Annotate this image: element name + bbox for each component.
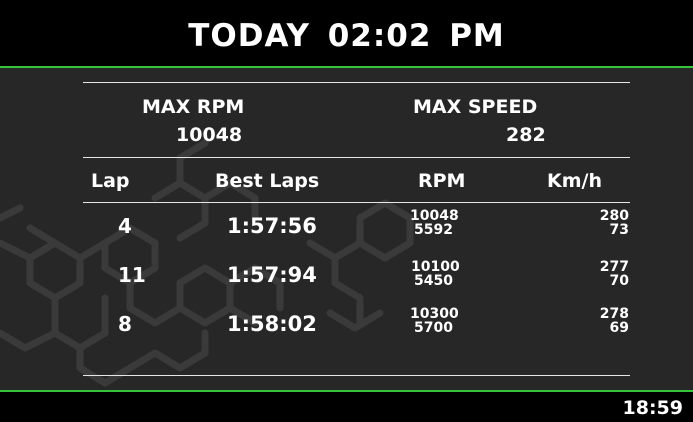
title-day: TODAY <box>188 18 310 54</box>
kmh-max: 278 <box>599 306 629 322</box>
kmh-min: 70 <box>609 273 629 289</box>
clock: 18:59 <box>622 397 683 419</box>
lap-number: 11 <box>118 263 146 287</box>
max-speed-value: 282 <box>506 124 546 146</box>
col-header-lap: Lap <box>91 170 130 192</box>
max-speed-label: MAX SPEED <box>413 96 538 118</box>
kmh-max: 280 <box>599 208 629 224</box>
bottom-bar: 18:59 <box>0 390 693 422</box>
rpm-max: 10100 <box>411 259 460 275</box>
rpm-min: 5450 <box>414 273 453 289</box>
max-rpm-value: 10048 <box>176 124 243 146</box>
max-rpm-label: MAX RPM <box>142 96 245 118</box>
rpm-min: 5592 <box>414 222 453 238</box>
lap-time: 1:57:56 <box>227 214 317 238</box>
table-header-divider <box>83 202 630 203</box>
rpm-max: 10048 <box>410 208 459 224</box>
kmh-min: 73 <box>609 222 629 238</box>
title-time: 02:02 PM <box>327 18 505 54</box>
kmh-max: 277 <box>599 259 629 275</box>
table-bottom-divider <box>83 375 630 376</box>
lap-time: 1:58:02 <box>227 312 317 336</box>
kmh-min: 69 <box>609 320 629 336</box>
summary-top-divider <box>83 82 630 83</box>
lap-number: 4 <box>118 214 132 238</box>
rpm-max: 10300 <box>410 306 459 322</box>
top-bar: TODAY 02:02 PM <box>0 0 693 68</box>
col-header-kmh: Km/h <box>547 170 602 192</box>
lap-number: 8 <box>118 312 132 336</box>
best-laps-panel: MAX RPM 10048 MAX SPEED 282 Lap Best Lap… <box>0 68 693 390</box>
col-header-best-laps: Best Laps <box>215 170 320 192</box>
rpm-min: 5700 <box>414 320 453 336</box>
col-header-rpm: RPM <box>418 170 466 192</box>
summary-bottom-divider <box>83 157 630 158</box>
dashboard-screen: TODAY 02:02 PM MAX RPM 10048 MAX SPEED 2… <box>0 0 693 422</box>
lap-time: 1:57:94 <box>227 263 317 287</box>
date-time-title: TODAY 02:02 PM <box>0 18 693 54</box>
